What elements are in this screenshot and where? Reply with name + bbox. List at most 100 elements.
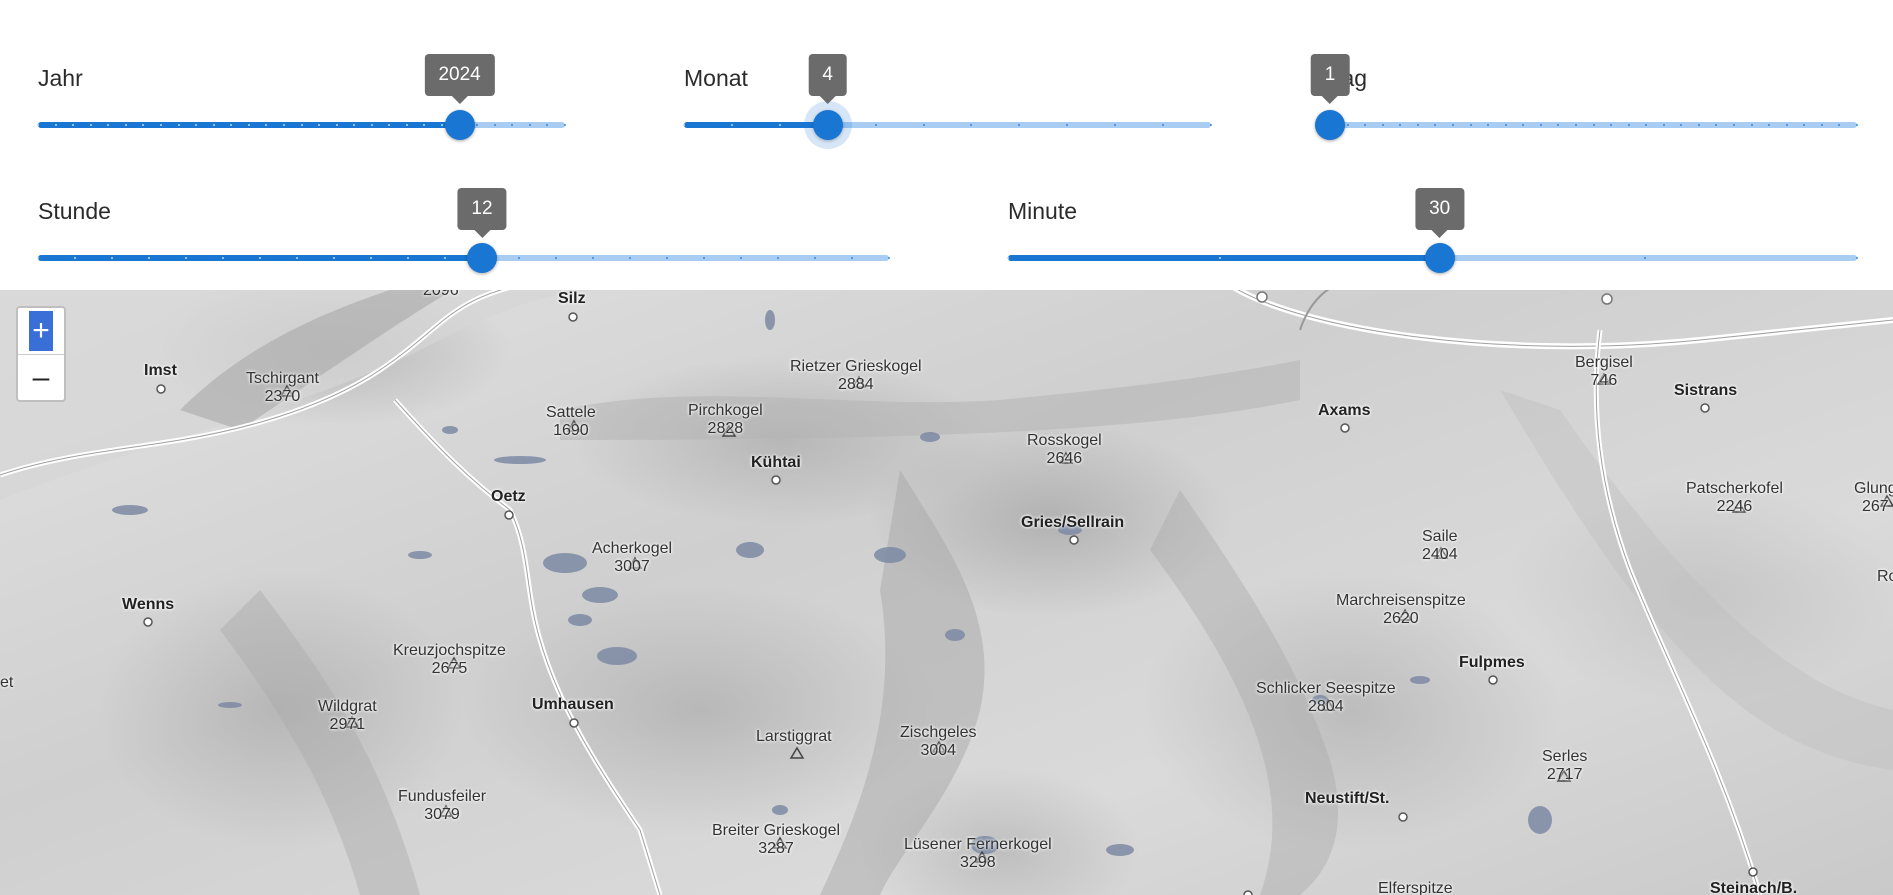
zoom-out-button[interactable]: – — [18, 354, 64, 401]
slider-mark — [874, 124, 877, 126]
slider-mark — [592, 257, 594, 259]
slider-mark — [335, 124, 338, 126]
peak-label: Bergisel 746 — [1575, 354, 1633, 389]
slider-mark — [1574, 124, 1577, 126]
slider-mark — [159, 124, 162, 126]
peak-label: Pirchkogel 2828 — [688, 402, 763, 437]
slider-mark — [177, 124, 180, 126]
place-label: Gries/Sellrain — [1021, 514, 1125, 531]
year-slider[interactable]: Jahr 2024 — [37, 54, 566, 160]
slider-mark — [296, 257, 298, 259]
slider-mark — [282, 124, 285, 126]
peak-label: Sattele 1690 — [546, 404, 596, 439]
hour-label: Stunde — [38, 198, 111, 224]
place-label: Umhausen — [532, 696, 614, 713]
place-label: Axams — [1318, 402, 1371, 419]
slider-mark — [778, 124, 781, 126]
slider-mark — [851, 257, 853, 259]
peak-label: Saile 2404 — [1422, 528, 1458, 563]
slider-mark — [1007, 257, 1009, 259]
slider-mark — [370, 257, 372, 259]
place-label: Steinach/B. — [1710, 880, 1798, 895]
minute-value-tooltip: 30 — [1415, 188, 1465, 238]
peak-label: Schlicker Seespitze 2804 — [1256, 680, 1396, 715]
slider-mark — [222, 257, 224, 259]
place-label: Ro — [1877, 568, 1893, 585]
place-label: Wenns — [122, 596, 175, 613]
peak-label: Fundusfeiler 3079 — [398, 788, 487, 823]
peak-label: Lüsener Fernerkogel 3298 — [904, 836, 1052, 871]
slider-mark — [777, 257, 779, 259]
place-label: et — [0, 674, 14, 691]
slider-mark — [1750, 124, 1753, 126]
hour-slider[interactable]: Stunde 12 — [37, 188, 890, 293]
slider-mark — [1820, 124, 1823, 126]
slider-mark — [148, 257, 150, 259]
slider-mark — [37, 257, 39, 259]
slider-mark — [740, 257, 742, 259]
month-track-fill — [684, 122, 828, 128]
slider-mark — [1592, 124, 1595, 126]
slider-mark — [528, 124, 531, 126]
month-label: Monat — [684, 65, 748, 91]
peak-label: Serles 2717 — [1542, 748, 1588, 783]
slider-mark — [1785, 124, 1788, 126]
place-label: Oetz — [491, 488, 526, 505]
slider-mark — [564, 124, 566, 126]
slider-mark — [247, 124, 250, 126]
slider-mark — [1662, 124, 1665, 126]
slider-mark — [37, 124, 39, 126]
slider-mark — [518, 257, 520, 259]
map-view[interactable]: 2096 Silz Imst Tschirgant 2370 Sattele 169… — [0, 290, 1893, 895]
year-thumb[interactable] — [444, 110, 475, 140]
peak-label: Acherkogel 3007 — [592, 540, 673, 575]
peak-label: Wildgrat 2971 — [318, 698, 377, 733]
peak-label: Rosskogel 2646 — [1027, 432, 1102, 467]
peak-label: Breiter Grieskogel 3287 — [712, 822, 841, 857]
slider-mark — [683, 124, 685, 126]
zoom-in-button[interactable]: + — [18, 308, 64, 354]
minute-thumb[interactable] — [1424, 243, 1455, 273]
peak-label: Glung 267 — [1854, 480, 1893, 515]
month-slider[interactable]: Monat 4 — [683, 54, 1212, 160]
peak-label: Zischgeles 3004 — [900, 724, 977, 759]
slider-mark — [111, 257, 113, 259]
year-label: Jahr — [38, 65, 83, 91]
slider-mark — [730, 124, 733, 126]
slider-mark — [185, 257, 187, 259]
day-slider[interactable]: Tag 1 — [1310, 54, 1858, 160]
day-thumb[interactable] — [1315, 110, 1345, 140]
slider-mark — [814, 257, 816, 259]
slider-mark — [259, 257, 261, 259]
slider-mark — [1733, 124, 1736, 126]
minute-slider[interactable]: Minute 30 — [1007, 188, 1858, 293]
slider-mark — [1451, 124, 1454, 126]
slider-mark — [1504, 124, 1507, 126]
slider-mark — [629, 257, 631, 259]
place-label: Fulpmes — [1459, 654, 1525, 671]
slider-mark — [1469, 124, 1472, 126]
place-label: Sistrans — [1674, 382, 1738, 399]
peak-label: Elferspitze — [1378, 880, 1453, 895]
peak-label: Kreuzjochspitze 2675 — [393, 642, 506, 677]
minus-icon: – — [32, 361, 50, 394]
map-zoom-control: + – — [16, 306, 66, 402]
plus-icon: + — [29, 311, 53, 351]
peak-label: Tschirgant 2370 — [246, 370, 319, 405]
slider-mark — [1697, 124, 1700, 126]
time-controls: Jahr 2024 Monat 4 Tag 1 Stunde 12 Minute — [0, 0, 1893, 290]
slider-mark — [1856, 124, 1858, 126]
peak-label: Rietzer Grieskogel 2884 — [790, 358, 922, 393]
minute-track-fill — [1008, 255, 1440, 261]
slider-mark — [493, 124, 496, 126]
month-thumb[interactable] — [812, 110, 843, 140]
place-label: 2096 — [423, 290, 459, 299]
place-label: Silz — [558, 290, 586, 307]
slider-mark — [922, 124, 925, 126]
slider-mark — [888, 257, 890, 259]
place-label: Neustift/St. — [1305, 790, 1390, 807]
hour-thumb[interactable] — [467, 243, 497, 273]
slider-mark — [405, 124, 408, 126]
place-label: Imst — [144, 362, 177, 379]
slider-mark — [555, 257, 557, 259]
